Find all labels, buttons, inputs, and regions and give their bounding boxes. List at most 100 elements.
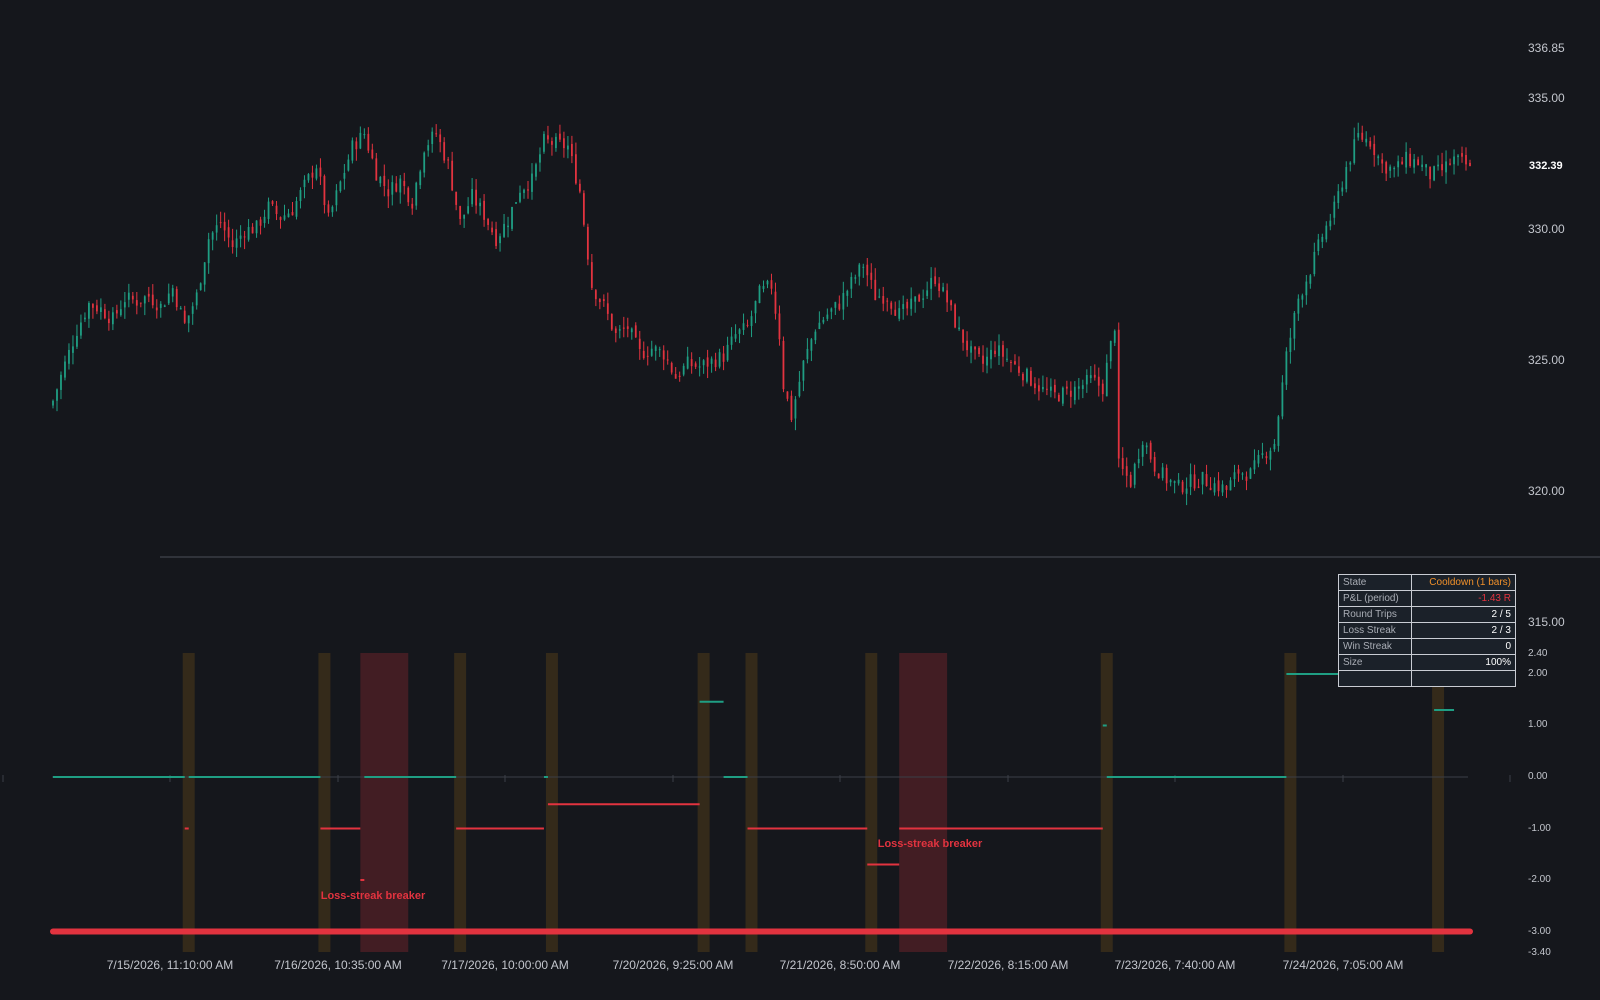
candle-body	[363, 134, 366, 136]
candle-body	[862, 266, 865, 268]
loss-streak-breaker-label: Loss-streak breaker	[878, 838, 983, 850]
candle-body	[574, 154, 577, 184]
chart-background	[0, 0, 1600, 1000]
candle-body	[698, 366, 701, 368]
time-tick-label: 7/16/2026, 10:35:00 AM	[274, 958, 401, 972]
status-row-pnl: P&L (period) -1.43 R	[1338, 590, 1516, 607]
candle-body	[111, 312, 114, 325]
candle-body	[1421, 164, 1424, 168]
candle-body	[682, 365, 685, 375]
pnl-tick-label: 2.00	[1528, 668, 1548, 679]
candle-body	[830, 308, 833, 312]
candle-body	[1397, 161, 1400, 168]
candle-body	[455, 191, 458, 205]
candle-body	[263, 216, 266, 224]
price-tick-label: 315.00	[1528, 615, 1565, 629]
candle-body	[1197, 486, 1200, 488]
candle-body	[1045, 388, 1048, 390]
candle-body	[978, 347, 980, 355]
candle-body	[1321, 236, 1324, 242]
candle-body	[914, 296, 917, 302]
candle-body	[802, 360, 805, 381]
candle-body	[918, 294, 921, 302]
candle-body	[1441, 164, 1443, 171]
candle-body	[614, 328, 617, 334]
candle-body	[994, 350, 996, 355]
candle-body	[842, 293, 845, 310]
candle-body	[1105, 362, 1108, 397]
status-row-size: Size 100%	[1338, 654, 1516, 671]
candle-body	[451, 160, 454, 191]
strategy-status-table: State Cooldown (1 bars) P&L (period) -1.…	[1338, 574, 1516, 687]
candle-body	[806, 348, 809, 360]
status-key: Round Trips	[1338, 606, 1412, 623]
candle-body	[1093, 374, 1096, 378]
candle-body	[239, 235, 242, 239]
pnl-tick-label: 0.00	[1528, 771, 1548, 782]
candle-body	[1289, 337, 1292, 353]
candle-body	[467, 206, 470, 214]
candle-body	[1053, 384, 1056, 393]
candle-body	[1157, 473, 1160, 479]
candle-body	[359, 132, 362, 149]
candle-body	[586, 226, 589, 260]
candle-body	[131, 295, 134, 300]
candle-body	[351, 140, 354, 161]
candle-body	[435, 133, 438, 135]
candle-body	[1189, 474, 1192, 487]
candle-body	[906, 301, 909, 309]
candle-body	[658, 349, 661, 351]
candle-body	[1297, 298, 1300, 314]
candle-body	[602, 299, 605, 302]
candle-body	[990, 349, 992, 360]
candle-body	[1065, 386, 1068, 389]
candle-body	[882, 296, 885, 304]
candle-body	[1393, 167, 1396, 170]
candle-body	[1153, 457, 1156, 472]
price-tick-label: 336.85	[1528, 41, 1565, 55]
candle-body	[782, 340, 785, 390]
candle-body	[283, 215, 286, 220]
candle-body	[762, 286, 765, 289]
candle-body	[930, 277, 933, 289]
candle-body	[934, 276, 937, 284]
candle-body	[1077, 386, 1080, 389]
cooldown-band	[318, 653, 331, 952]
candle-body	[942, 287, 945, 292]
price-tick-label: 325.00	[1528, 353, 1565, 367]
candle-body	[754, 300, 757, 314]
candle-body	[423, 152, 426, 173]
candle-body	[271, 201, 274, 205]
candle-body	[80, 322, 82, 336]
candle-body	[519, 192, 521, 202]
candle-body	[718, 352, 721, 367]
candle-body	[954, 304, 956, 328]
candle-body	[1022, 373, 1024, 381]
candle-body	[331, 206, 334, 213]
candle-body	[295, 200, 298, 217]
candle-body	[1089, 375, 1092, 379]
candle-body	[247, 227, 250, 240]
candle-body	[874, 279, 877, 301]
status-key	[1338, 670, 1412, 687]
candle-body	[215, 225, 218, 233]
status-key: Size	[1338, 654, 1412, 671]
candle-body	[1281, 382, 1284, 417]
candle-body	[307, 174, 310, 181]
candle-body	[391, 182, 394, 195]
candle-body	[175, 289, 178, 308]
status-value: 2 / 5	[1411, 606, 1516, 623]
candle-body	[535, 164, 537, 177]
candle-body	[654, 346, 657, 351]
candle-body	[1389, 166, 1392, 171]
candle-body	[211, 232, 214, 240]
candle-body	[666, 359, 669, 361]
candle-body	[1445, 161, 1447, 173]
candle-body	[135, 300, 138, 306]
candle-body	[634, 325, 637, 338]
candle-body	[1181, 481, 1184, 493]
candle-body	[56, 389, 58, 401]
candle-body	[814, 331, 817, 341]
candle-body	[1117, 329, 1120, 459]
candle-body	[375, 158, 378, 181]
